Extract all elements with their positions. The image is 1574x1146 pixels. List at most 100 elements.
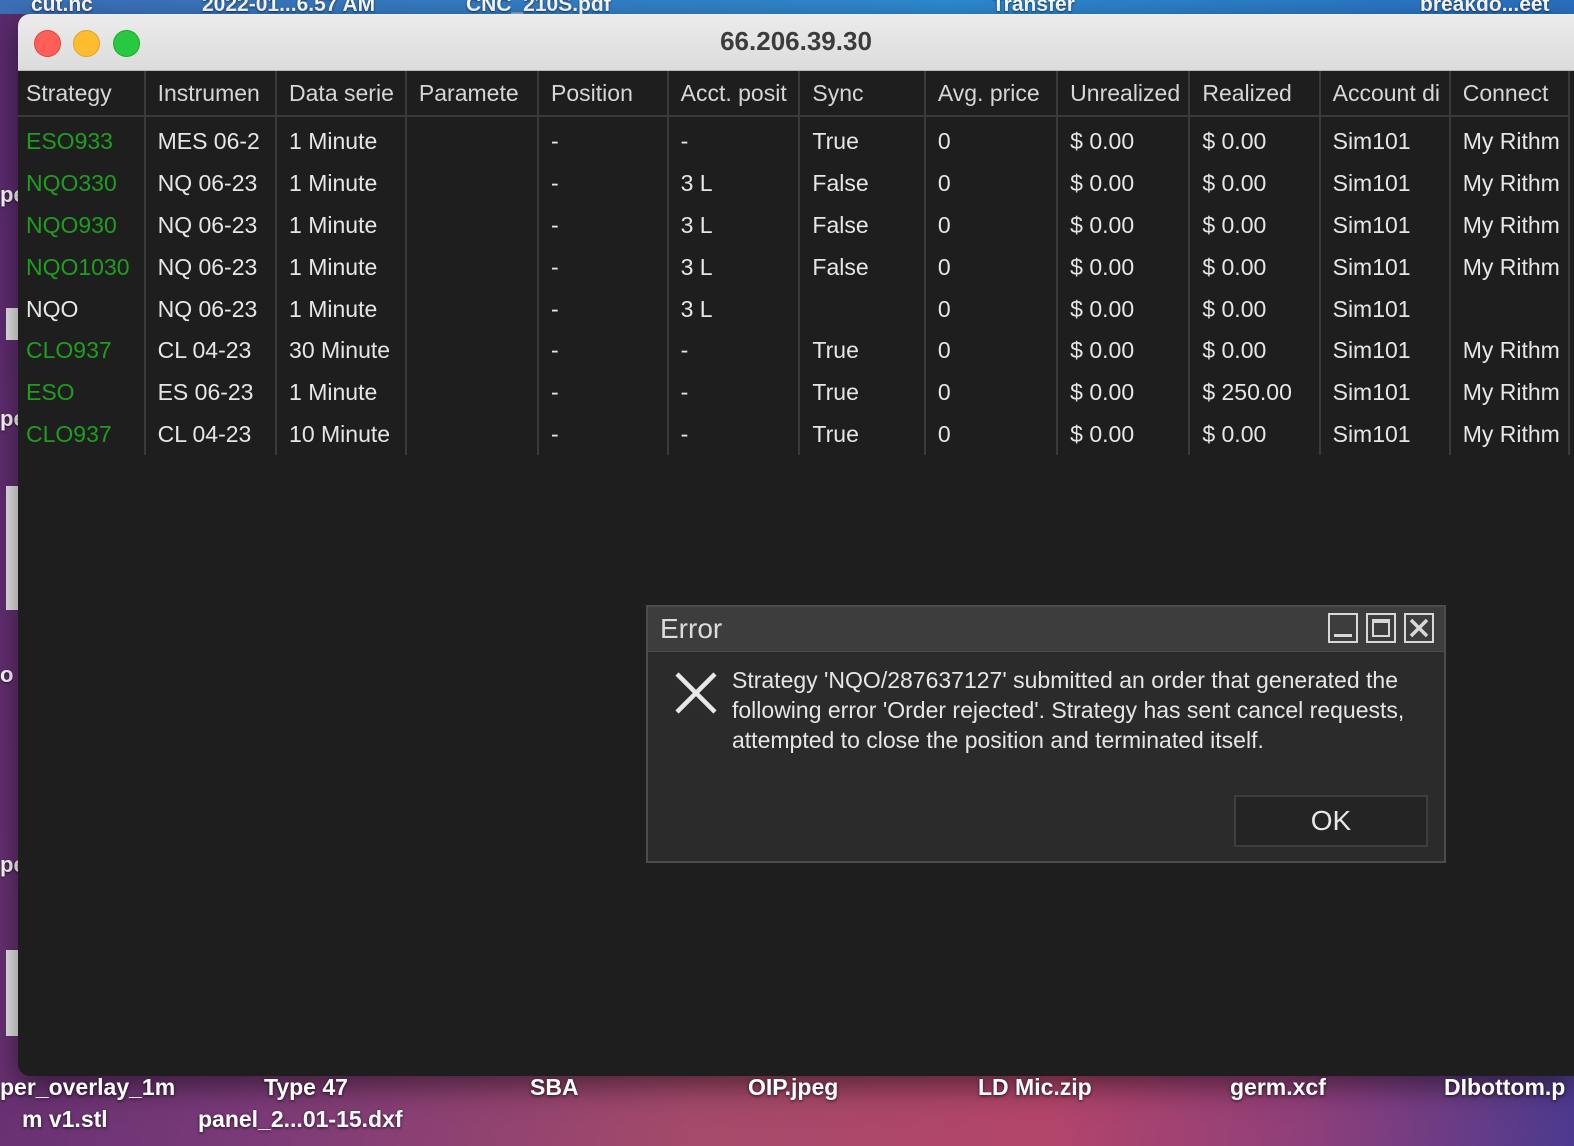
window-title: 66.206.39.30 (720, 26, 872, 56)
cell-unrealized: $ 0.00 (1057, 371, 1191, 414)
table-row[interactable]: NQO1030 NQ 06-23 1 Minute -3 L False 0 $ 0.00 $… (18, 246, 1571, 289)
cell-position: - (538, 329, 669, 372)
table-row[interactable]: CLO937 CL 04-23 30 Minute - - True 0 $ 0.00 $ 0.… (18, 329, 1571, 372)
desktop-file[interactable]: 2022-01...6.57 AM (202, 0, 375, 14)
cell-strategy: ESO933 (18, 116, 146, 163)
cell-avg-price: 0 (924, 288, 1059, 330)
cell-parameters (405, 162, 540, 205)
column-header-parameters[interactable]: Paramete (405, 71, 540, 117)
cell-strategy: NQO930 (18, 204, 146, 247)
error-icon (675, 672, 717, 714)
cell-strategy: NQO330 (18, 162, 146, 205)
table-row[interactable]: NQO NQ 06-23 1 Minute -3 L 0 $ 0.00 $ 0.00 Sim1… (18, 288, 1571, 330)
cell-data-series: 10 Minute (276, 413, 407, 456)
cell-connection: My Rithm (1449, 162, 1571, 205)
column-header-connection[interactable]: Connect (1449, 71, 1571, 117)
column-header-instrument[interactable]: Instrumen (144, 71, 278, 117)
column-header-realized[interactable]: Realized (1189, 71, 1321, 117)
column-header-unrealized[interactable]: Unrealized (1057, 71, 1191, 117)
desktop-file[interactable]: m v1.stl (22, 1106, 108, 1133)
cell-parameters (405, 329, 540, 372)
cell-position: - (538, 116, 669, 163)
desktop-file[interactable]: germ.xcf (1230, 1074, 1326, 1101)
cell-position: - (538, 413, 669, 456)
cell-acct-position: - (667, 371, 801, 414)
cell-position: - (538, 162, 669, 205)
table-row[interactable]: CLO937 CL 04-23 10 Minute - - True 0 $ 0.00 $ 0.… (18, 413, 1571, 456)
table-row[interactable]: NQO330 NQ 06-23 1 Minute -3 L False 0 $ 0.00 $ … (18, 162, 1571, 205)
dialog-close-button[interactable] (1404, 613, 1434, 643)
cell-connection: My Rithm (1449, 329, 1571, 372)
desktop-file[interactable]: cut.nc (31, 0, 93, 14)
cell-instrument: ES 06-23 (144, 371, 278, 414)
desktop-file[interactable]: Type 47 (264, 1074, 348, 1101)
column-header-sync[interactable]: Sync (799, 71, 926, 117)
cell-parameters (405, 246, 540, 289)
error-message: Strategy 'NQO/287637127' submitted an or… (732, 667, 1405, 753)
window-titlebar[interactable]: 66.206.39.30 (18, 14, 1574, 71)
column-header-position[interactable]: Position (538, 71, 669, 117)
table-row[interactable]: ESO933 MES 06-2 1 Minute - - True 0 $ 0.00 $ 0.0… (18, 116, 1571, 163)
table-row[interactable]: ESO ES 06-23 1 Minute - - True 0 $ 0.00 $ 250.00… (18, 371, 1571, 414)
cell-data-series: 1 Minute (276, 288, 407, 330)
cell-unrealized: $ 0.00 (1057, 204, 1191, 247)
cell-avg-price: 0 (924, 329, 1059, 372)
grid-header-row: Strategy Instrumen Data serie Paramete P… (18, 71, 1571, 117)
cell-connection: My Rithm (1449, 116, 1571, 163)
desktop-file[interactable]: per_overlay_1m (0, 1074, 175, 1101)
cell-avg-price: 0 (924, 246, 1059, 289)
cell-data-series: 1 Minute (276, 246, 407, 289)
cell-position: - (538, 204, 669, 247)
desktop-file[interactable]: breakdo...eet (1420, 0, 1550, 14)
cell-connection (1449, 288, 1571, 330)
cell-acct-position: - (667, 413, 801, 456)
cell-sync: True (799, 371, 926, 414)
cell-instrument: CL 04-23 (144, 329, 278, 372)
cell-realized: $ 0.00 (1189, 204, 1321, 247)
cell-account: Sim101 (1319, 329, 1451, 372)
desktop-file[interactable]: DIbottom.p (1444, 1074, 1565, 1101)
cell-unrealized: $ 0.00 (1057, 413, 1191, 456)
cell-unrealized: $ 0.00 (1057, 288, 1191, 330)
cell-data-series: 1 Minute (276, 116, 407, 163)
cell-instrument: NQ 06-23 (144, 246, 278, 289)
desktop-file[interactable]: OIP.jpeg (748, 1074, 838, 1101)
cell-realized: $ 0.00 (1189, 162, 1321, 205)
cell-instrument: CL 04-23 (144, 413, 278, 456)
cell-unrealized: $ 0.00 (1057, 329, 1191, 372)
column-header-acct-position[interactable]: Acct. posit (667, 71, 801, 117)
cell-account: Sim101 (1319, 162, 1451, 205)
cell-sync: False (799, 204, 926, 247)
table-row[interactable]: NQO930 NQ 06-23 1 Minute -3 L False 0 $ 0.00 $ … (18, 204, 1571, 247)
cell-strategy: ESO (18, 371, 146, 414)
cell-strategy: NQO1030 (18, 246, 146, 289)
desktop-file[interactable]: CNC_210S.pdf (466, 0, 611, 14)
cell-instrument: MES 06-2 (144, 116, 278, 163)
cell-instrument: NQ 06-23 (144, 162, 278, 205)
column-header-account[interactable]: Account di (1319, 71, 1451, 117)
desktop-icon-fragment (6, 950, 18, 1036)
cell-data-series: 1 Minute (276, 162, 407, 205)
ok-button[interactable]: OK (1234, 795, 1428, 847)
cell-connection: My Rithm (1449, 371, 1571, 414)
column-header-avg-price[interactable]: Avg. price (924, 71, 1059, 117)
dialog-titlebar[interactable]: Error (648, 607, 1444, 652)
cell-acct-position: - (667, 116, 801, 163)
close-icon (1409, 618, 1429, 638)
column-header-strategy[interactable]: Strategy (18, 71, 146, 117)
desktop-file[interactable]: Transfer (992, 0, 1075, 14)
cell-instrument: NQ 06-23 (144, 288, 278, 330)
dialog-maximize-button[interactable] (1366, 613, 1396, 643)
cell-acct-position: 3 L (667, 162, 801, 205)
column-header-data-series[interactable]: Data serie (276, 71, 407, 117)
desktop-file[interactable]: SBA (530, 1074, 579, 1101)
cell-realized: $ 0.00 (1189, 246, 1321, 289)
desktop-file[interactable]: panel_2...01-15.dxf (198, 1106, 403, 1133)
cell-strategy: NQO (18, 288, 146, 330)
cell-parameters (405, 288, 540, 330)
desktop-file[interactable]: LD Mic.zip (978, 1074, 1092, 1101)
dialog-minimize-button[interactable] (1328, 613, 1358, 643)
cell-instrument: NQ 06-23 (144, 204, 278, 247)
cell-avg-price: 0 (924, 162, 1059, 205)
desktop-icon-fragment (6, 308, 18, 340)
